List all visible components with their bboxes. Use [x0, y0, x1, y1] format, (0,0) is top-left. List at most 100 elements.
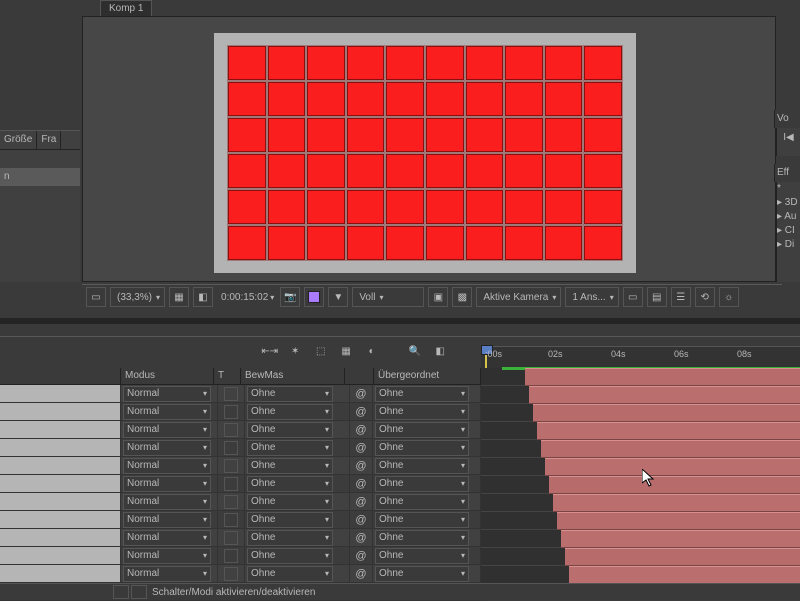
- shy-icon[interactable]: ⬚: [311, 341, 330, 361]
- fast-preview-icon[interactable]: ▤: [647, 287, 667, 307]
- switches-toggle-1[interactable]: [113, 585, 129, 599]
- col-modus[interactable]: Modus: [121, 368, 214, 384]
- project-col-fra[interactable]: Fra: [37, 131, 61, 149]
- comp-button-icon[interactable]: ✶: [285, 341, 304, 361]
- parent-pickwhip-icon[interactable]: @: [355, 424, 366, 436]
- track-matte-dropdown[interactable]: Ohne: [247, 386, 333, 402]
- layer-row[interactable]: NormalOhne@Ohne: [0, 565, 481, 583]
- col-bewmas[interactable]: BewMas: [241, 368, 345, 384]
- parent-dropdown[interactable]: Ohne: [375, 548, 469, 564]
- parent-dropdown[interactable]: Ohne: [375, 566, 469, 582]
- track-matte-toggle[interactable]: [224, 477, 238, 491]
- effects-panel-title[interactable]: Eff: [774, 164, 800, 182]
- mode-dropdown[interactable]: Normal: [123, 476, 211, 492]
- track-matte-toggle[interactable]: [224, 405, 238, 419]
- switches-toggle-2[interactable]: [131, 585, 147, 599]
- track-matte-toggle[interactable]: [224, 441, 238, 455]
- effects-search[interactable]: *: [777, 182, 800, 196]
- track-row[interactable]: [481, 386, 800, 404]
- parent-pickwhip-icon[interactable]: @: [355, 388, 366, 400]
- timecode-display[interactable]: 0:00:15:02: [217, 288, 276, 306]
- parent-pickwhip-icon[interactable]: @: [355, 550, 366, 562]
- parent-dropdown[interactable]: Ohne: [375, 494, 469, 510]
- grid-icon[interactable]: ▦: [169, 287, 189, 307]
- track-row[interactable]: [481, 422, 800, 440]
- layer-row[interactable]: Normal Ohne @ Ohne: [0, 385, 481, 403]
- magnify-icon[interactable]: ▭: [86, 287, 106, 307]
- track-row[interactable]: [481, 404, 800, 422]
- parent-pickwhip-icon[interactable]: @: [355, 496, 366, 508]
- resolution-dropdown[interactable]: Voll: [352, 287, 424, 307]
- preview-panel-title[interactable]: Vo: [774, 110, 800, 128]
- track-matte-toggle[interactable]: [224, 531, 238, 545]
- parent-dropdown[interactable]: Ohne: [375, 404, 469, 420]
- layer-bar[interactable]: [549, 476, 800, 494]
- project-row-selected[interactable]: n: [0, 168, 80, 186]
- parent-dropdown[interactable]: Ohne: [375, 422, 469, 438]
- prev-frame-icon[interactable]: I◀: [777, 128, 800, 146]
- layer-bar[interactable]: [525, 368, 800, 386]
- parent-pickwhip-icon[interactable]: @: [355, 406, 366, 418]
- graph-editor-icon[interactable]: 🔍: [405, 341, 424, 361]
- parent-pickwhip-icon[interactable]: @: [355, 460, 366, 472]
- mode-dropdown[interactable]: Normal: [123, 404, 211, 420]
- track-row[interactable]: [481, 476, 800, 494]
- track-matte-dropdown[interactable]: Ohne: [247, 530, 333, 546]
- mode-dropdown[interactable]: Normal: [123, 530, 211, 546]
- layer-row[interactable]: NormalOhne@Ohne: [0, 511, 481, 529]
- track-matte-dropdown[interactable]: Ohne: [247, 566, 333, 582]
- track-matte-dropdown[interactable]: Ohne: [247, 404, 333, 420]
- layer-bar[interactable]: [553, 494, 800, 512]
- track-row[interactable]: [481, 458, 800, 476]
- parent-dropdown[interactable]: Ohne: [375, 386, 469, 402]
- effects-item[interactable]: ▸ Di: [777, 238, 800, 252]
- parent-pickwhip-icon[interactable]: @: [355, 478, 366, 490]
- track-matte-dropdown[interactable]: Ohne: [247, 476, 333, 492]
- zoom-dropdown[interactable]: (33,3%): [110, 287, 165, 307]
- layer-bar[interactable]: [533, 404, 800, 422]
- track-row[interactable]: [481, 530, 800, 548]
- layer-bar[interactable]: [557, 512, 800, 530]
- layer-bar[interactable]: [565, 548, 800, 566]
- track-row[interactable]: [481, 566, 800, 584]
- parent-dropdown[interactable]: Ohne: [375, 530, 469, 546]
- effects-item[interactable]: ▸ Au: [777, 210, 800, 224]
- layer-bar[interactable]: [569, 566, 800, 584]
- track-area[interactable]: [481, 368, 800, 586]
- mode-dropdown[interactable]: Normal: [123, 548, 211, 564]
- project-row[interactable]: [0, 150, 80, 168]
- mode-dropdown[interactable]: Normal: [123, 494, 211, 510]
- track-matte-dropdown[interactable]: Ohne: [247, 440, 333, 456]
- layer-row[interactable]: NormalOhne@Ohne: [0, 439, 481, 457]
- track-matte-dropdown[interactable]: Ohne: [247, 458, 333, 474]
- track-matte-toggle[interactable]: [224, 459, 238, 473]
- layer-row[interactable]: Normal Ohne @ Ohne: [0, 403, 481, 421]
- track-row[interactable]: [481, 548, 800, 566]
- parent-dropdown[interactable]: Ohne: [375, 476, 469, 492]
- col-t[interactable]: T: [214, 368, 241, 384]
- track-matte-dropdown[interactable]: Ohne: [247, 494, 333, 510]
- timeline-icon[interactable]: ☰: [671, 287, 691, 307]
- track-matte-toggle[interactable]: [224, 567, 238, 581]
- mode-dropdown[interactable]: Normal: [123, 386, 211, 402]
- layer-row[interactable]: Normal Ohne @ Ohne: [0, 475, 481, 493]
- track-matte-toggle[interactable]: [224, 549, 238, 563]
- active-camera-dropdown[interactable]: Aktive Kamera: [476, 287, 561, 307]
- flowchart-icon[interactable]: ⟲: [695, 287, 715, 307]
- track-matte-dropdown[interactable]: Ohne: [247, 548, 333, 564]
- transparency-grid-icon[interactable]: ▩: [452, 287, 472, 307]
- layer-bar[interactable]: [545, 458, 800, 476]
- track-row[interactable]: [481, 512, 800, 530]
- track-matte-toggle[interactable]: [224, 387, 238, 401]
- layer-bar[interactable]: [561, 530, 800, 548]
- mode-dropdown[interactable]: Normal: [123, 566, 211, 582]
- parent-dropdown[interactable]: Ohne: [375, 458, 469, 474]
- track-matte-toggle[interactable]: [224, 423, 238, 437]
- layer-row[interactable]: NormalOhne@Ohne: [0, 529, 481, 547]
- frame-blend-icon[interactable]: ▦: [336, 341, 355, 361]
- layer-row[interactable]: NormalOhne@Ohne: [0, 457, 481, 475]
- layer-bar[interactable]: [541, 440, 800, 458]
- mode-dropdown[interactable]: Normal: [123, 512, 211, 528]
- roi-icon[interactable]: ▣: [428, 287, 448, 307]
- layer-bar[interactable]: [537, 422, 800, 440]
